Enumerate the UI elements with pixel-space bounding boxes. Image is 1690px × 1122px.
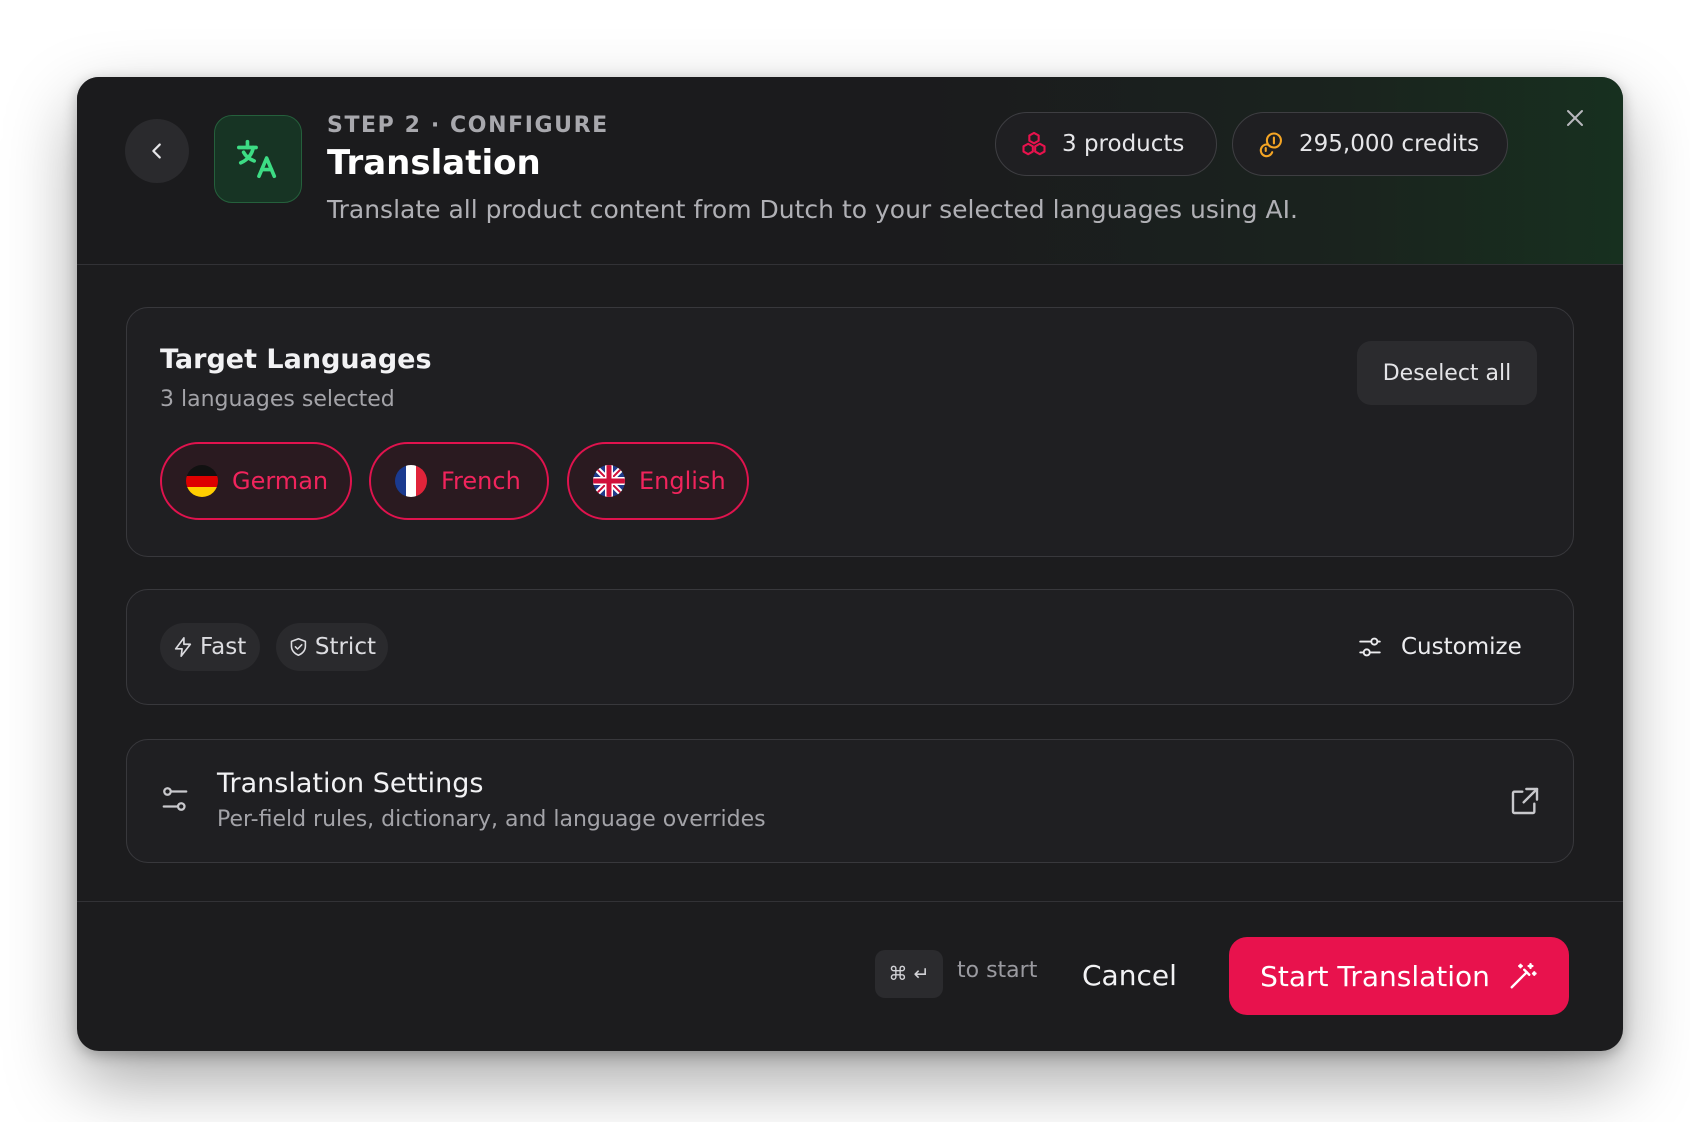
gb-flag-icon: [593, 465, 625, 497]
language-chip-label: English: [639, 467, 726, 495]
shortcut-hint: to start: [957, 958, 1038, 983]
language-chip-german[interactable]: German: [160, 442, 352, 520]
chevron-left-icon: [152, 143, 161, 159]
keyboard-shortcut: ⌘ ↵: [875, 950, 943, 998]
languages-selected-count: 3 languages selected: [160, 387, 395, 412]
start-translation-label: Start Translation: [1260, 959, 1490, 993]
products-count-badge[interactable]: 3 products: [995, 112, 1217, 176]
language-chip-label: German: [232, 467, 329, 495]
modal-footer: ⌘ ↵ to start Cancel Start Translation: [77, 901, 1623, 1051]
page-title: Translation: [327, 143, 541, 183]
mode-chip-fast[interactable]: Fast: [160, 623, 260, 671]
settings-sliders-icon: [162, 787, 188, 811]
fr-flag-icon: [395, 465, 427, 497]
step-label: STEP 2 · CONFIGURE: [327, 113, 609, 138]
coins-icon: [1259, 132, 1282, 158]
de-flag-icon: [186, 465, 218, 497]
translation-settings-title: Translation Settings: [217, 768, 484, 799]
external-link-icon[interactable]: [1509, 785, 1541, 817]
language-chip-label: French: [441, 467, 521, 495]
credits-balance-badge[interactable]: 295,000 credits: [1232, 112, 1508, 176]
translation-settings-subtitle: Per-field rules, dictionary, and languag…: [217, 807, 766, 832]
cubes-icon: [1022, 131, 1046, 156]
products-count-label: 3 products: [1062, 131, 1185, 157]
language-chip-english[interactable]: English: [567, 442, 749, 520]
mode-chip-label: Strict: [314, 634, 376, 660]
close-icon: [1567, 110, 1583, 126]
enter-key-icon: ↵: [913, 963, 930, 985]
page-subtitle: Translate all product content from Dutch…: [327, 195, 1298, 224]
target-languages-card: Target Languages 3 languages selected De…: [126, 307, 1574, 557]
translation-config-modal: STEP 2 · CONFIGURE Translation Translate…: [77, 77, 1623, 1051]
translation-modes-card: Fast Strict Customize: [126, 589, 1574, 705]
back-button[interactable]: [125, 119, 189, 183]
bolt-icon: [174, 637, 192, 657]
magic-wand-icon: [1510, 962, 1537, 989]
credits-balance-label: 295,000 credits: [1299, 131, 1480, 157]
mode-chip-label: Fast: [200, 634, 247, 660]
deselect-all-button[interactable]: Deselect all: [1357, 341, 1537, 405]
customize-button[interactable]: Customize: [1357, 618, 1522, 676]
start-translation-button[interactable]: Start Translation: [1229, 937, 1569, 1015]
translate-app-icon: [214, 115, 302, 203]
target-languages-title: Target Languages: [160, 344, 432, 375]
translation-settings-card[interactable]: Translation Settings Per-field rules, di…: [126, 739, 1574, 863]
command-key-icon: ⌘: [888, 963, 908, 985]
close-button[interactable]: [1558, 101, 1592, 135]
translate-icon: [237, 139, 277, 179]
mode-chip-strict[interactable]: Strict: [276, 623, 388, 671]
modal-header: STEP 2 · CONFIGURE Translation Translate…: [77, 77, 1623, 265]
shield-check-icon: [290, 637, 307, 657]
customize-label: Customize: [1401, 634, 1522, 660]
language-chip-french[interactable]: French: [369, 442, 549, 520]
sliders-icon: [1359, 637, 1381, 657]
cancel-button[interactable]: Cancel: [1082, 946, 1177, 1004]
